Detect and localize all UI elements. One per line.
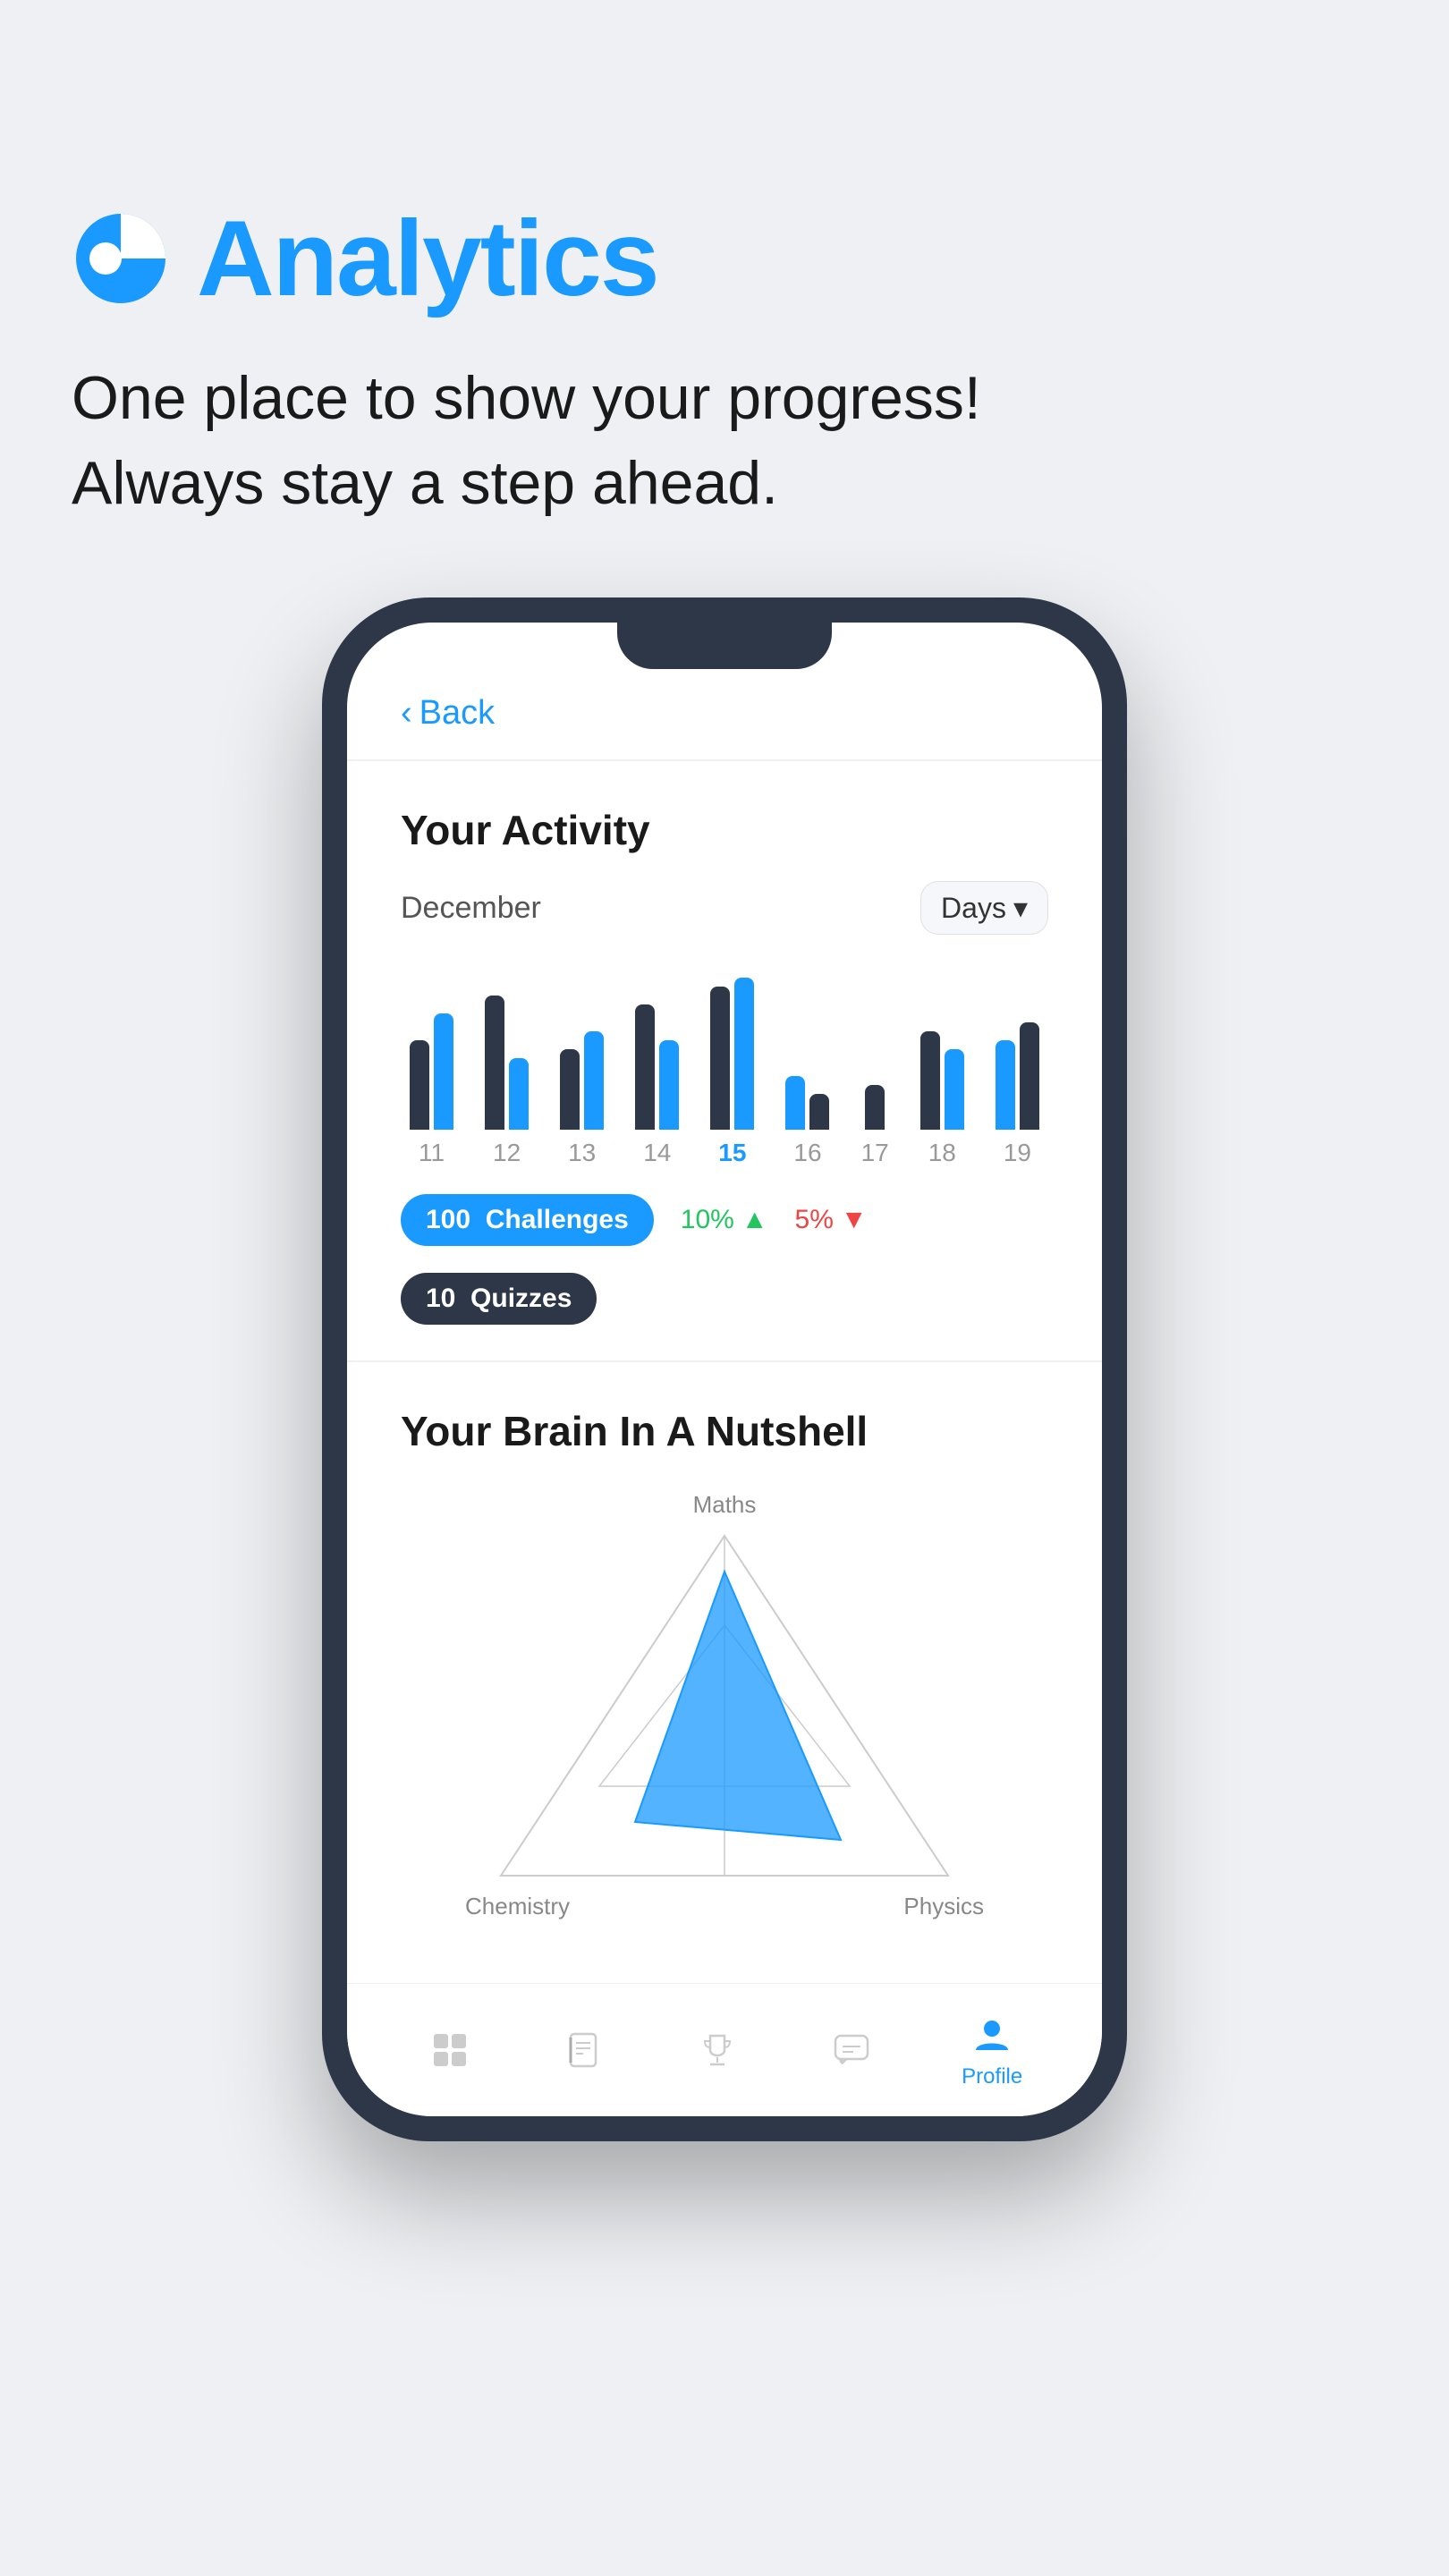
challenges-count: 100	[426, 1205, 470, 1234]
bar-group-11: 11	[410, 969, 453, 1167]
bar-dark	[485, 996, 504, 1130]
back-button[interactable]: ‹ Back	[401, 694, 1048, 733]
page-wrapper: Analytics One place to show your progres…	[0, 0, 1449, 2231]
bar-dark	[865, 1085, 885, 1130]
nav-item-book[interactable]	[560, 2027, 606, 2073]
bar-dark	[809, 1094, 829, 1130]
header-section: Analytics One place to show your progres…	[72, 197, 1377, 526]
screen-content: ‹ Back Your Activity December Days ▾	[347, 623, 1102, 2116]
quizzes-count: 10	[426, 1284, 455, 1313]
chat-icon	[828, 2027, 875, 2073]
back-label: Back	[419, 694, 495, 733]
bar-group-12: 12	[485, 969, 529, 1167]
bar-group-19: 19	[996, 969, 1039, 1167]
activity-header: December Days ▾	[401, 881, 1048, 935]
bar-blue	[734, 978, 754, 1130]
header-title-row: Analytics	[72, 197, 1377, 320]
bar-dark	[560, 1049, 580, 1130]
percent-down: 5% ▼	[795, 1205, 868, 1235]
book-icon	[560, 2027, 606, 2073]
stats-row: 100 Challenges 10% ▲ 5% ▼	[401, 1194, 1048, 1325]
bar-label: 18	[928, 1139, 956, 1167]
radar-svg	[465, 1518, 984, 1894]
nav-item-trophy[interactable]	[694, 2027, 741, 2073]
phone-screen: ‹ Back Your Activity December Days ▾	[347, 623, 1102, 2116]
bar-label-active: 15	[718, 1139, 746, 1167]
nav-label-profile: Profile	[962, 2064, 1022, 2089]
radar-label-maths: Maths	[693, 1491, 757, 1519]
bar-dark	[635, 1004, 655, 1130]
dropdown-label: Days	[941, 892, 1006, 925]
quizzes-label: Quizzes	[470, 1284, 572, 1313]
bar-group-14: 14	[635, 969, 679, 1167]
phone-notch	[617, 623, 832, 669]
trophy-icon	[694, 2027, 741, 2073]
percent-up: 10% ▲	[681, 1205, 768, 1235]
nav-item-home[interactable]	[427, 2027, 473, 2073]
phone-container: ‹ Back Your Activity December Days ▾	[72, 597, 1377, 2141]
back-chevron-icon: ‹	[401, 694, 412, 733]
bar-blue	[659, 1040, 679, 1130]
activity-section: Your Activity December Days ▾	[347, 761, 1102, 1360]
bar-label: 16	[793, 1139, 821, 1167]
nav-item-chat[interactable]	[828, 2027, 875, 2073]
page-title: Analytics	[197, 197, 658, 320]
radar-label-chemistry: Chemistry	[465, 1893, 570, 1920]
brain-title: Your Brain In A Nutshell	[401, 1407, 1048, 1455]
bar-blue	[996, 1040, 1015, 1130]
bar-group-13: 13	[560, 969, 604, 1167]
profile-icon	[969, 2011, 1015, 2057]
radar-chart: Maths	[465, 1491, 984, 1920]
bar-blue	[785, 1076, 805, 1130]
bar-dark	[1020, 1022, 1039, 1130]
challenges-pill: 100 Challenges	[401, 1194, 654, 1246]
bar-label: 12	[493, 1139, 521, 1167]
bar-group-17: 17	[861, 969, 889, 1167]
quizzes-pill: 10 Quizzes	[401, 1273, 597, 1325]
month-label: December	[401, 891, 541, 926]
bar-label: 19	[1004, 1139, 1031, 1167]
bar-dark	[710, 987, 730, 1130]
challenges-label: Challenges	[486, 1205, 629, 1234]
days-dropdown[interactable]: Days ▾	[920, 881, 1048, 935]
bar-chart: 11 12	[401, 970, 1048, 1167]
bar-label: 13	[568, 1139, 596, 1167]
bar-label: 14	[643, 1139, 671, 1167]
radar-label-physics: Physics	[903, 1893, 984, 1920]
bar-blue	[945, 1049, 964, 1130]
bar-blue	[584, 1031, 604, 1130]
bar-dark	[920, 1031, 940, 1130]
bottom-nav: Profile	[347, 1983, 1102, 2116]
bar-group-16: 16	[785, 969, 829, 1167]
nav-item-profile[interactable]: Profile	[962, 2011, 1022, 2089]
brain-section: Your Brain In A Nutshell Maths	[347, 1360, 1102, 1956]
header-subtitle: One place to show your progress! Always …	[72, 356, 1377, 526]
activity-title: Your Activity	[401, 806, 1048, 854]
arrow-down-icon: ▼	[841, 1205, 868, 1235]
bar-dark	[410, 1040, 429, 1130]
bar-label: 11	[419, 1139, 445, 1167]
bar-group-15: 15	[710, 969, 754, 1167]
phone-mockup: ‹ Back Your Activity December Days ▾	[322, 597, 1127, 2141]
bar-group-18: 18	[920, 969, 964, 1167]
bar-label: 17	[861, 1139, 889, 1167]
bar-blue	[509, 1058, 529, 1130]
analytics-icon	[72, 209, 170, 308]
arrow-up-icon: ▲	[741, 1205, 768, 1235]
bar-blue	[434, 1013, 453, 1130]
home-icon	[427, 2027, 473, 2073]
dropdown-chevron-icon: ▾	[1013, 891, 1028, 925]
